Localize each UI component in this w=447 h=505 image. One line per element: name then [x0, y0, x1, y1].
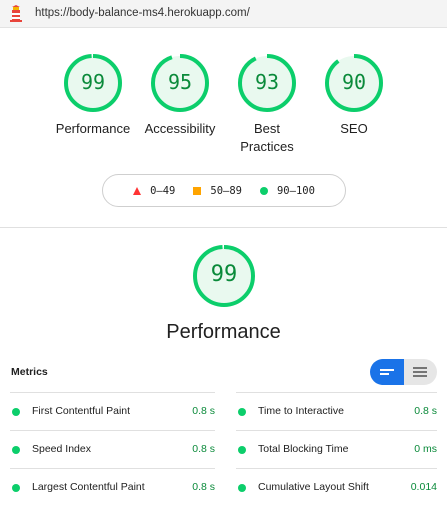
legend-fail: 0–49: [133, 185, 175, 197]
metric-time-to-interactive: Time to Interactive 0.8 s: [236, 392, 437, 430]
gauge-score: 99: [80, 70, 106, 94]
metric-value: 0.8 s: [192, 405, 215, 417]
pass-circle-icon: [12, 408, 20, 416]
metric-value: 0.8 s: [414, 405, 437, 417]
metric-value: 0.014: [410, 481, 437, 493]
circle-icon: [259, 186, 268, 195]
gauge-label: SEO: [340, 121, 368, 136]
metric-cumulative-layout-shift: Cumulative Layout Shift 0.014: [236, 468, 437, 505]
gauge-label: Performance: [55, 121, 131, 136]
legend-pass: 90–100: [259, 184, 315, 197]
metric-total-blocking-time: Total Blocking Time 0 ms: [236, 430, 437, 468]
metric-value: 0.8 s: [192, 481, 215, 493]
metric-name: Cumulative Layout Shift: [258, 481, 369, 493]
metric-value: 0.8 s: [192, 443, 215, 455]
metric-name: Time to Interactive: [258, 405, 344, 417]
metrics-view-toggle[interactable]: [370, 359, 437, 385]
metric-value: 0 ms: [414, 443, 437, 455]
legend-average: 50–89: [193, 185, 242, 197]
legend-range: 90–100: [276, 184, 315, 197]
gauge-score: 93: [254, 70, 280, 94]
metric-name: Total Blocking Time: [258, 443, 349, 455]
pass-circle-icon: [238, 408, 246, 416]
score-scale-legend: 0–49 50–89 90–100: [102, 174, 346, 207]
metric-name: Speed Index: [32, 443, 91, 455]
section-divider: [0, 227, 447, 228]
gauge-score: 95: [167, 70, 193, 94]
legend-range: 0–49: [150, 184, 176, 197]
metric-largest-contentful-paint: Largest Contentful Paint 0.8 s: [10, 468, 215, 505]
metric-first-contentful-paint: First Contentful Paint 0.8 s: [10, 392, 215, 430]
triangle-icon: [133, 186, 142, 195]
metric-name: First Contentful Paint: [32, 405, 131, 417]
metrics-heading: Metrics: [11, 366, 48, 378]
pass-circle-icon: [12, 484, 20, 492]
gauge-accessibility[interactable]: 95 Accessibility: [139, 52, 221, 162]
metric-speed-index: Speed Index 0.8 s: [10, 430, 215, 468]
performance-heading: Performance: [166, 321, 281, 343]
gauge-best-practices[interactable]: 93 Best Practices: [226, 52, 308, 162]
gauge-label: Accessibility: [144, 121, 216, 136]
performance-main-gauge: 99: [184, 243, 264, 313]
gauge-seo[interactable]: 90 SEO: [313, 52, 395, 162]
gauge-performance[interactable]: 99 Performance: [52, 52, 134, 162]
square-icon: [193, 186, 202, 195]
url-bar[interactable]: https://body-balance-ms4.herokuapp.com/: [0, 0, 447, 28]
compact-view-button[interactable]: [370, 359, 404, 385]
compact-view-icon: [379, 369, 394, 375]
legend-range: 50–89: [210, 184, 242, 197]
pass-circle-icon: [12, 446, 20, 454]
metric-name: Largest Contentful Paint: [32, 481, 145, 493]
gauge-label: Best Practices: [240, 121, 294, 154]
expanded-view-button[interactable]: [403, 359, 437, 385]
pass-circle-icon: [238, 446, 246, 454]
expanded-view-icon: [413, 367, 428, 377]
lighthouse-icon: [10, 5, 22, 22]
page-url[interactable]: https://body-balance-ms4.herokuapp.com/: [35, 7, 250, 19]
performance-score: 99: [210, 262, 238, 287]
gauge-score: 90: [341, 70, 367, 94]
pass-circle-icon: [238, 484, 246, 492]
